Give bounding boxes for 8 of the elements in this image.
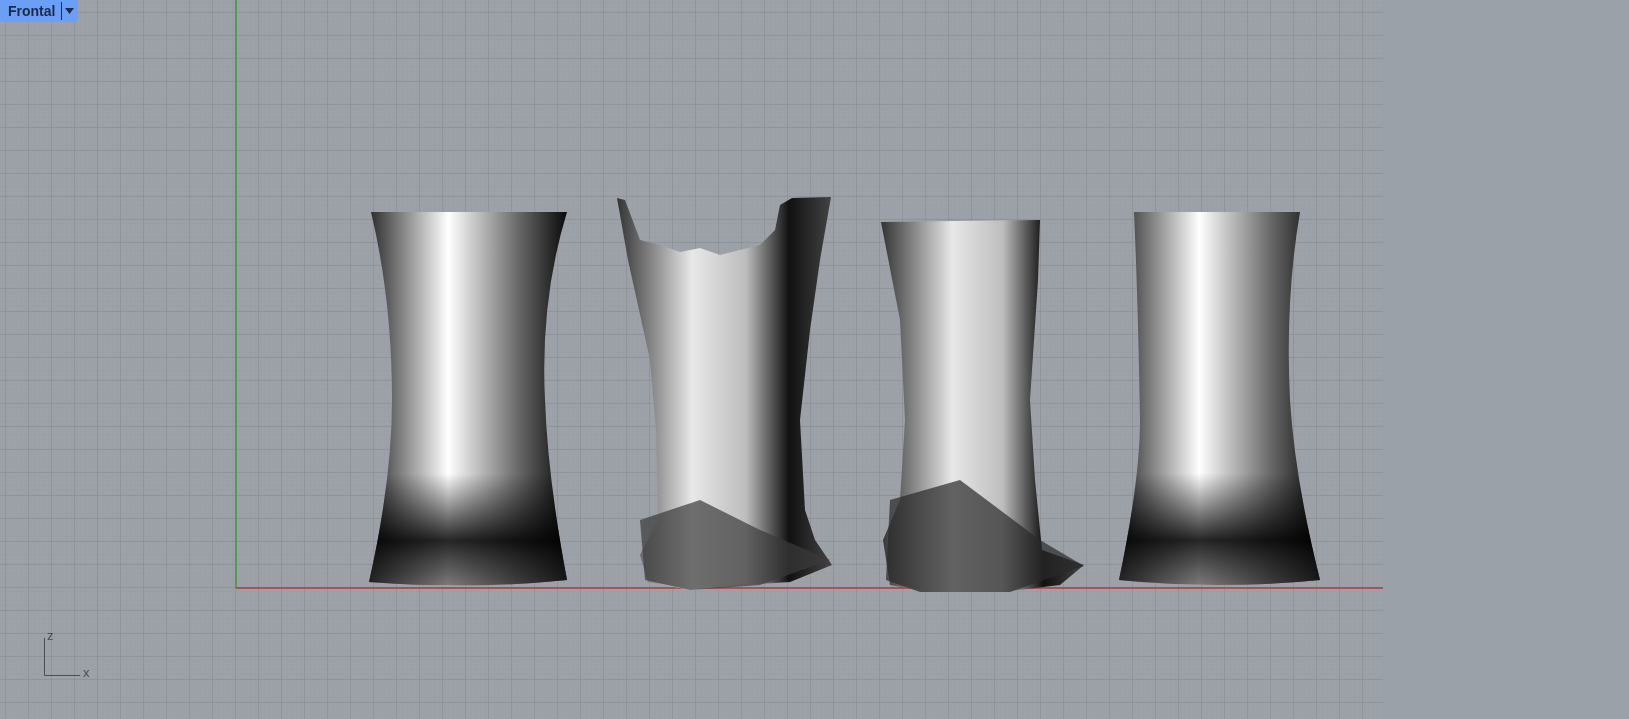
axis-label: z [47,628,54,643]
viewport-title: Frontal [8,4,56,18]
viewport[interactable]: z x Frontal [0,0,1383,719]
axis-label: x [83,665,90,680]
viewport-tab[interactable]: Frontal [0,0,79,22]
scanned-mesh-model[interactable] [617,197,832,590]
dropdown-caret-icon[interactable] [61,2,75,20]
scanned-mesh-model[interactable] [881,220,1084,592]
